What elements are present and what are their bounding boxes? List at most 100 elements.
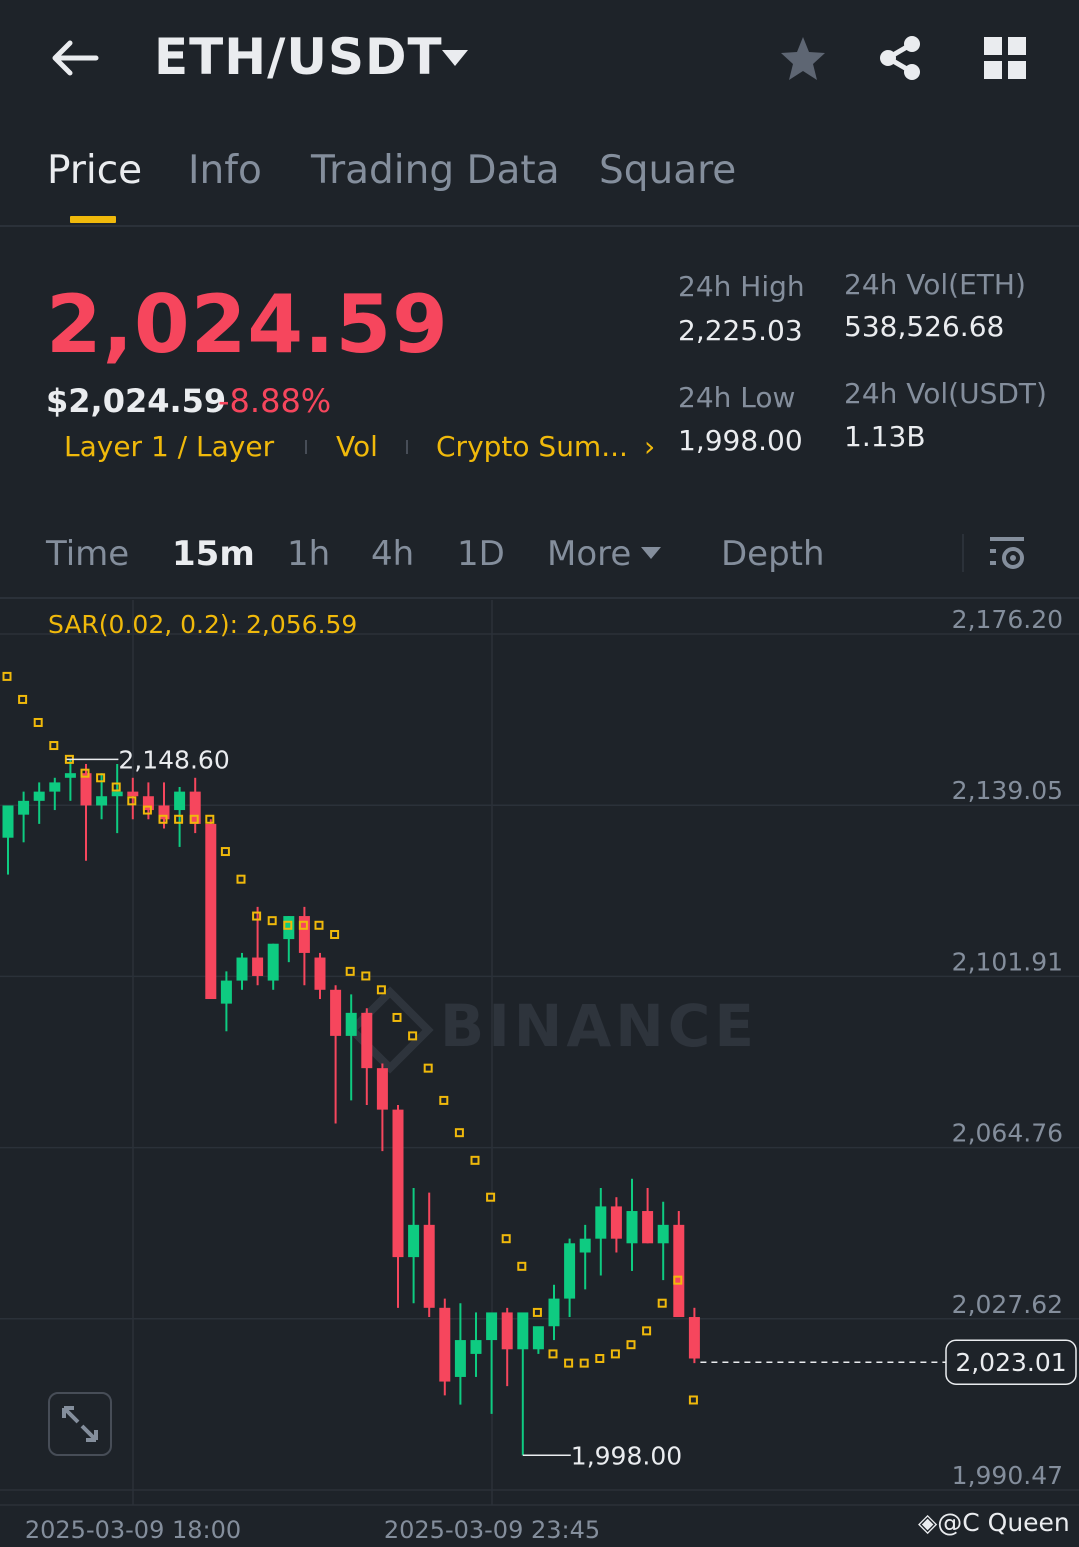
candle-body — [252, 957, 264, 976]
tag-crypto-summary[interactable]: Crypto Sum... — [436, 430, 628, 463]
high-value: 2,225.03 — [678, 314, 803, 347]
interval-15m[interactable]: 15m — [172, 534, 255, 574]
sar-dot — [579, 1358, 589, 1368]
candle-body — [361, 1012, 373, 1069]
y-axis-tick-label: 2,064.76 — [952, 1119, 1063, 1148]
candle-body — [49, 782, 61, 792]
x-axis-tick-label: 2025-03-09 23:45 — [384, 1516, 600, 1544]
sar-dot — [610, 1349, 620, 1359]
credit-text: @C Queen — [937, 1508, 1070, 1537]
candle-body — [80, 773, 92, 806]
expand-chart-button[interactable] — [48, 1392, 112, 1456]
sar-dot — [595, 1354, 605, 1364]
caret-down-icon[interactable] — [440, 46, 470, 70]
candle-body — [408, 1224, 420, 1258]
sar-indicator-label: SAR(0.02, 0.2): 2,056.59 — [48, 610, 358, 639]
sar-dot — [376, 985, 386, 995]
caret-down-icon[interactable] — [640, 546, 662, 560]
diamond-logo-icon: ◈ — [918, 1508, 938, 1537]
sar-dot — [626, 1340, 636, 1350]
sar-dot — [688, 1395, 698, 1405]
candle-body — [454, 1340, 466, 1377]
sar-dot — [267, 916, 277, 926]
candle-body — [111, 791, 123, 797]
tab-trading-data[interactable]: Trading Data — [311, 148, 560, 193]
candle-body — [205, 823, 217, 1000]
sar-dot — [236, 874, 246, 884]
sar-dot — [486, 1192, 496, 1202]
y-axis-tick-label: 1,990.47 — [952, 1461, 1063, 1490]
tags-more-chevron-icon[interactable]: › — [644, 430, 655, 463]
pair-title[interactable]: ETH/USDT — [154, 28, 443, 86]
sar-dot — [470, 1155, 480, 1165]
sar-dot — [33, 717, 43, 727]
sar-dot — [18, 694, 28, 704]
candlestick-chart[interactable]: 2,176.20 2,139.05 2,101.91 2,064.76 2,027.62… — [0, 600, 1079, 1547]
sar-dot — [314, 920, 324, 930]
vol-eth-value: 538,526.68 — [844, 310, 1005, 343]
active-tab-indicator — [70, 216, 116, 223]
candle-body — [2, 805, 14, 838]
sar-dot — [220, 847, 230, 857]
tab-price[interactable]: Price — [47, 148, 142, 193]
candle-body — [18, 800, 30, 815]
candle-body — [64, 773, 76, 778]
interval-1h[interactable]: 1h — [287, 534, 330, 574]
candle-body — [470, 1340, 482, 1354]
depth-tab[interactable]: Depth — [721, 534, 825, 574]
candle-body — [345, 1012, 357, 1036]
sar-dot — [548, 1349, 558, 1359]
max-price-label: 2,148.60 — [118, 745, 229, 774]
sar-dot — [439, 1095, 449, 1105]
last-price: 2,024.59 — [46, 278, 449, 371]
sar-dot — [642, 1326, 652, 1336]
divider — [0, 597, 1079, 599]
sar-dot — [345, 966, 355, 976]
watermark-credit: ◈@C Queen — [918, 1508, 1070, 1537]
candle-body — [673, 1224, 685, 1318]
candle-body — [486, 1312, 498, 1341]
tag-layer1[interactable]: Layer 1 / Layer — [64, 430, 274, 463]
sar-dot — [423, 1063, 433, 1073]
sar-dot — [532, 1307, 542, 1317]
min-price-label: 1,998.00 — [571, 1441, 682, 1470]
candle-body — [501, 1312, 513, 1350]
sar-dot — [517, 1261, 527, 1271]
y-axis-tick-label: 2,139.05 — [952, 776, 1063, 805]
interval-more[interactable]: More — [547, 534, 631, 574]
sar-dot — [2, 671, 12, 681]
candle-body — [127, 791, 139, 797]
usd-price: $2,024.59 — [46, 382, 227, 420]
candle-body — [626, 1211, 638, 1244]
candle-body — [595, 1206, 607, 1239]
candle-body — [33, 791, 45, 801]
tag-vol[interactable]: Vol — [336, 430, 378, 463]
candle-body — [267, 943, 279, 981]
candle-body — [642, 1211, 654, 1244]
sar-dot — [392, 1012, 402, 1022]
divider — [0, 225, 1079, 227]
candle-body — [657, 1224, 669, 1244]
candle-body — [532, 1326, 544, 1350]
chart-settings-icon[interactable] — [986, 532, 1028, 574]
candle-body — [220, 980, 232, 1004]
candle-body — [439, 1307, 451, 1382]
tab-square[interactable]: Square — [599, 148, 736, 193]
back-arrow-icon[interactable] — [50, 38, 100, 78]
tab-info[interactable]: Info — [188, 148, 262, 193]
vol-usdt-value: 1.13B — [844, 420, 926, 453]
share-icon[interactable] — [876, 34, 924, 82]
sar-dot — [501, 1234, 511, 1244]
interval-4h[interactable]: 4h — [371, 534, 414, 574]
grid-icon[interactable] — [983, 36, 1027, 80]
binance-watermark: BINANCE — [440, 992, 758, 1060]
interval-time[interactable]: Time — [46, 534, 129, 574]
high-label: 24h High — [678, 270, 805, 303]
sar-dot — [564, 1358, 574, 1368]
star-icon[interactable] — [778, 34, 828, 84]
candle-body — [314, 957, 326, 990]
interval-1d[interactable]: 1D — [457, 534, 505, 574]
candle-body — [392, 1109, 404, 1258]
tag-separator — [406, 440, 408, 454]
x-axis-tick-label: 2025-03-09 18:00 — [25, 1516, 241, 1544]
